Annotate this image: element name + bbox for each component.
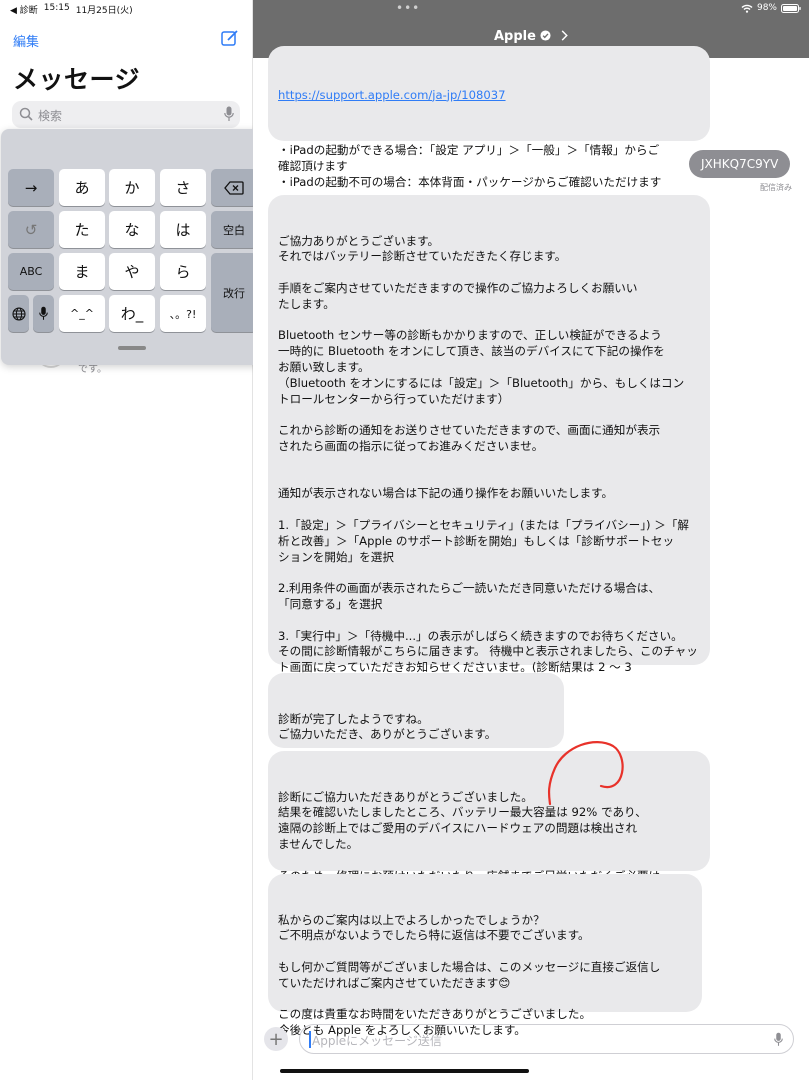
key-ma[interactable]: ま — [59, 253, 105, 290]
chevron-right-icon — [561, 30, 568, 41]
globe-key[interactable] — [8, 295, 29, 332]
search-icon — [19, 107, 33, 121]
contact-title[interactable]: Apple — [253, 29, 809, 44]
message-bubble: https://support.apple.com/ja-jp/108037 ・… — [268, 46, 710, 189]
message-text: ・iPadの起動ができる場合：「設定 アプリ」＞「一般」＞「情報」からご 確認頂… — [278, 142, 662, 189]
search-placeholder: 検索 — [38, 109, 63, 123]
key-kaomoji[interactable]: ^_^ — [59, 295, 105, 332]
key-ta[interactable]: た — [59, 211, 105, 248]
globe-icon — [11, 306, 26, 321]
key-ha[interactable]: は — [160, 211, 206, 248]
microphone-icon[interactable] — [224, 106, 234, 122]
multitasking-dots-icon[interactable]: ••• — [396, 1, 420, 15]
dictation-key[interactable] — [33, 295, 54, 332]
key-undo[interactable]: ↺ — [8, 211, 54, 248]
key-return[interactable]: 改行 — [211, 253, 257, 332]
search-input[interactable]: 検索 — [12, 101, 240, 128]
add-attachment-button[interactable]: + — [264, 1027, 288, 1051]
key-wa[interactable]: わ_ — [109, 295, 155, 332]
key-a[interactable]: あ — [59, 169, 105, 206]
back-to-app-link[interactable]: ◀ 診断 — [10, 3, 38, 16]
message-bubble: 診断が完了したようですね。 ご協力いただき、ありがとうございます。 すぐに確認い… — [268, 673, 564, 773]
wifi-icon — [741, 4, 753, 13]
text-caret — [309, 1031, 311, 1048]
edit-button[interactable]: 編集 — [13, 31, 39, 50]
message-text: 私からのご案内は以上でよろしかったでしょうか？ ご不明点がないようでしたら特に返… — [278, 912, 661, 1038]
delete-key[interactable] — [211, 169, 257, 206]
message-bubble: 私からのご案内は以上でよろしかったでしょうか？ ご不明点がないようでしたら特に返… — [268, 874, 702, 1037]
message-text: ご協力ありがとうございます。 それではバッテリー診断させていただきたく存じます。… — [278, 233, 698, 690]
home-indicator[interactable] — [280, 1069, 529, 1073]
keyboard-drag-handle[interactable] — [118, 346, 146, 350]
sent-message-bubble: JXHKQ7C9YV — [689, 150, 791, 178]
delivery-status: 配信済み — [760, 183, 792, 192]
battery-percent: 98% — [756, 3, 777, 13]
verified-badge-icon — [540, 30, 552, 41]
status-bar-left: ◀ 診断 15:15 11月25日(火) — [10, 3, 133, 16]
support-link[interactable]: https://support.apple.com/ja-jp/108037 — [278, 88, 700, 104]
key-na[interactable]: な — [109, 211, 155, 248]
key-sa[interactable]: さ — [160, 169, 206, 206]
microphone-icon — [39, 306, 48, 320]
conversation-transcript: https://support.apple.com/ja-jp/108037 ・… — [253, 46, 809, 1080]
message-bubble: 診断にご協力いただきありがとうございました。 結果を確認いたしましたところ、バッ… — [268, 751, 710, 898]
status-bar-right: 98% — [741, 3, 801, 13]
message-placeholder: Appleにメッセージ送信 — [312, 1034, 442, 1048]
message-bubble: ご協力ありがとうございます。 それではバッテリー診断させていただきたく存じます。… — [268, 195, 710, 690]
microphone-icon[interactable] — [774, 1032, 783, 1047]
key-ra[interactable]: ら — [160, 253, 206, 290]
status-time: 15:15 — [43, 3, 70, 13]
key-ya[interactable]: や — [109, 253, 155, 290]
key-abc[interactable]: ABC — [8, 253, 54, 290]
floating-keyboard: → あ か さ ↺ た な は 空白 ABC ま や ら 改行 ^_^ わ_ 、… — [1, 129, 264, 365]
backspace-icon — [224, 180, 244, 195]
compose-icon[interactable] — [221, 29, 239, 47]
battery-icon — [781, 3, 801, 13]
page-title: メッセージ — [13, 65, 141, 94]
status-date: 11月25日(火) — [75, 6, 133, 16]
key-punctuation[interactable]: 、。?! — [160, 295, 206, 332]
key-arrow[interactable]: → — [8, 169, 54, 206]
key-space[interactable]: 空白 — [211, 211, 257, 248]
key-ka[interactable]: か — [109, 169, 155, 206]
message-input[interactable]: Appleにメッセージ送信 — [299, 1024, 794, 1054]
contact-name: Apple — [493, 29, 536, 44]
